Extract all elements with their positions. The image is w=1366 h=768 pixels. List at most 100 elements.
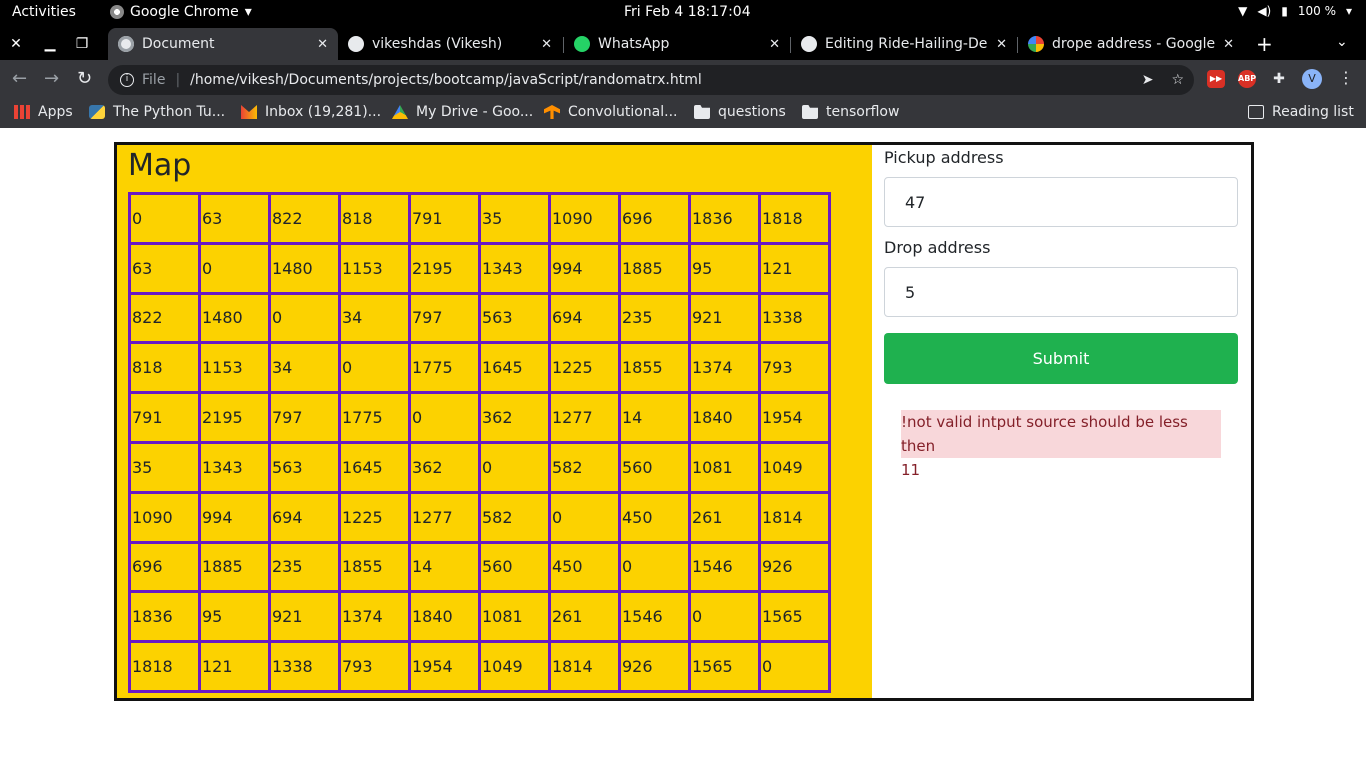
tab-vikeshdas[interactable]: vikeshdas (Vikesh) ✕: [338, 28, 562, 60]
reading-list-label: Reading list: [1272, 104, 1354, 120]
bookmark-label: questions: [718, 104, 786, 120]
matrix-cell: 2195: [408, 241, 481, 295]
activities-button[interactable]: Activities: [12, 4, 76, 20]
tab-whatsapp[interactable]: WhatsApp ✕: [564, 28, 790, 60]
close-tab-icon[interactable]: ✕: [996, 37, 1007, 52]
matrix-cell: 95: [688, 241, 761, 295]
tab-editing-ride-hailing[interactable]: Editing Ride-Hailing-Der ✕: [791, 28, 1017, 60]
matrix-cell: 261: [688, 490, 761, 544]
matrix-cell: 35: [128, 440, 201, 494]
tab-search-chevron-icon[interactable]: ⌄: [1336, 34, 1348, 50]
chevron-down-icon: ▾: [1345, 4, 1352, 18]
matrix-cell: 1225: [548, 341, 621, 395]
matrix-body: 0 63 822 818 791 35 1090 696 1836 1818 63 0 1480 1153…: [128, 192, 831, 693]
address-bar[interactable]: i File | /home/vikesh/Documents/projects…: [108, 65, 1194, 95]
matrix-cell: 14: [618, 391, 691, 444]
tab-title: Document: [142, 36, 215, 52]
matrix-cell: 1645: [338, 440, 411, 494]
app-name: Google Chrome: [130, 4, 239, 20]
menu-kebab-icon[interactable]: ⋮: [1338, 68, 1354, 87]
pickup-address-input[interactable]: [884, 177, 1238, 227]
bookmark-inbox[interactable]: Inbox (19,281)...: [241, 104, 381, 120]
matrix-cell: 822: [128, 291, 201, 345]
bookmark-python-tutorial[interactable]: The Python Tu...: [89, 104, 225, 120]
gmail-icon: [241, 105, 257, 119]
tab-drope-address[interactable]: drope address - Google ✕: [1018, 28, 1244, 60]
bookmark-star-icon[interactable]: ☆: [1171, 72, 1184, 88]
github-icon: [348, 36, 364, 52]
app-menu[interactable]: Google Chrome ▾: [110, 4, 252, 20]
matrix-cell: 0: [408, 391, 481, 444]
close-tab-icon[interactable]: ✕: [769, 37, 780, 52]
matrix-cell: 1546: [618, 590, 691, 644]
adblock-icon[interactable]: ABP: [1238, 70, 1256, 88]
close-window-icon[interactable]: ✕: [6, 34, 26, 54]
submit-button[interactable]: Submit: [884, 333, 1238, 384]
matrix-cell: 1855: [618, 341, 691, 395]
matrix-cell: 822: [268, 192, 341, 245]
matrix-cell: 926: [618, 640, 691, 693]
matrix-cell: 34: [268, 341, 341, 395]
google-icon: [1028, 36, 1044, 52]
system-tray[interactable]: ▼ ◀) ▮ 100 % ▾: [1238, 4, 1352, 18]
tab-document[interactable]: Document ✕: [108, 28, 338, 60]
matrix-row: 696 1885 235 1855 14 560 450 0 1546 926: [128, 540, 831, 594]
matrix-cell: 35: [478, 192, 551, 245]
globe-icon: [118, 36, 134, 52]
matrix-cell: 1885: [198, 540, 271, 594]
matrix-cell: 1546: [688, 540, 761, 594]
map-title: Map: [128, 148, 192, 183]
bookmark-apps[interactable]: Apps: [14, 104, 73, 120]
send-icon[interactable]: ➤: [1142, 72, 1154, 88]
extensions-puzzle-icon[interactable]: ✚: [1270, 70, 1288, 88]
reading-list-button[interactable]: Reading list: [1248, 104, 1354, 120]
matrix-cell: 121: [198, 640, 271, 693]
chrome-icon: [110, 5, 124, 19]
restore-window-icon[interactable]: ❐: [72, 34, 92, 54]
matrix-cell: 0: [128, 192, 201, 245]
battery-level: 100 %: [1297, 4, 1336, 18]
matrix-cell: 1225: [338, 490, 411, 544]
matrix-cell: 921: [268, 590, 341, 644]
reading-list-icon: [1248, 105, 1264, 119]
tab-title: vikeshdas (Vikesh): [372, 36, 503, 52]
reload-icon[interactable]: ↻: [77, 68, 92, 89]
matrix-cell: 791: [408, 192, 481, 245]
volume-icon: ◀): [1257, 4, 1272, 18]
media-extension-icon[interactable]: ▶▶: [1207, 70, 1225, 88]
matrix-cell: 121: [758, 241, 831, 295]
bookmark-convolutional[interactable]: Convolutional...: [544, 104, 677, 120]
info-icon[interactable]: i: [120, 73, 134, 87]
matrix-row: 822 1480 0 34 797 563 694 235 921 1338: [128, 291, 831, 345]
matrix-cell: 1855: [338, 540, 411, 594]
url-text[interactable]: /home/vikesh/Documents/projects/bootcamp…: [190, 72, 702, 88]
bookmark-tensorflow[interactable]: tensorflow: [802, 104, 899, 120]
back-arrow-icon[interactable]: ←: [12, 68, 27, 89]
apps-grid-icon: [14, 105, 30, 119]
profile-avatar[interactable]: V: [1302, 69, 1322, 89]
drop-address-input[interactable]: [884, 267, 1238, 317]
new-tab-icon[interactable]: +: [1256, 32, 1273, 56]
minimize-window-icon[interactable]: ▁: [40, 34, 60, 54]
url-divider: |: [175, 72, 181, 88]
matrix-cell: 1480: [198, 291, 271, 345]
close-tab-icon[interactable]: ✕: [1223, 37, 1234, 52]
matrix-cell: 1480: [268, 241, 341, 295]
matrix-cell: 362: [408, 440, 481, 494]
clock[interactable]: Fri Feb 4 18:17:04: [624, 4, 751, 20]
browser-toolbar: ← → ↻ i File | /home/vikesh/Documents/pr…: [0, 60, 1366, 100]
matrix-cell: 362: [478, 391, 551, 444]
matrix-cell: 1565: [688, 640, 761, 693]
matrix-cell: 797: [268, 391, 341, 444]
github-icon: [801, 36, 817, 52]
forward-arrow-icon[interactable]: →: [44, 68, 59, 89]
matrix-cell: 1836: [688, 192, 761, 245]
matrix-cell: 1338: [758, 291, 831, 345]
matrix-cell: 582: [478, 490, 551, 544]
tab-strip: ✕ ▁ ❐ Document ✕ vikeshdas (Vikesh) ✕ Wh…: [0, 28, 1366, 60]
close-tab-icon[interactable]: ✕: [317, 37, 328, 52]
bookmark-my-drive[interactable]: My Drive - Goo...: [392, 104, 533, 120]
bookmark-questions[interactable]: questions: [694, 104, 786, 120]
close-tab-icon[interactable]: ✕: [541, 37, 552, 52]
tab-title: drope address - Google: [1052, 36, 1216, 52]
